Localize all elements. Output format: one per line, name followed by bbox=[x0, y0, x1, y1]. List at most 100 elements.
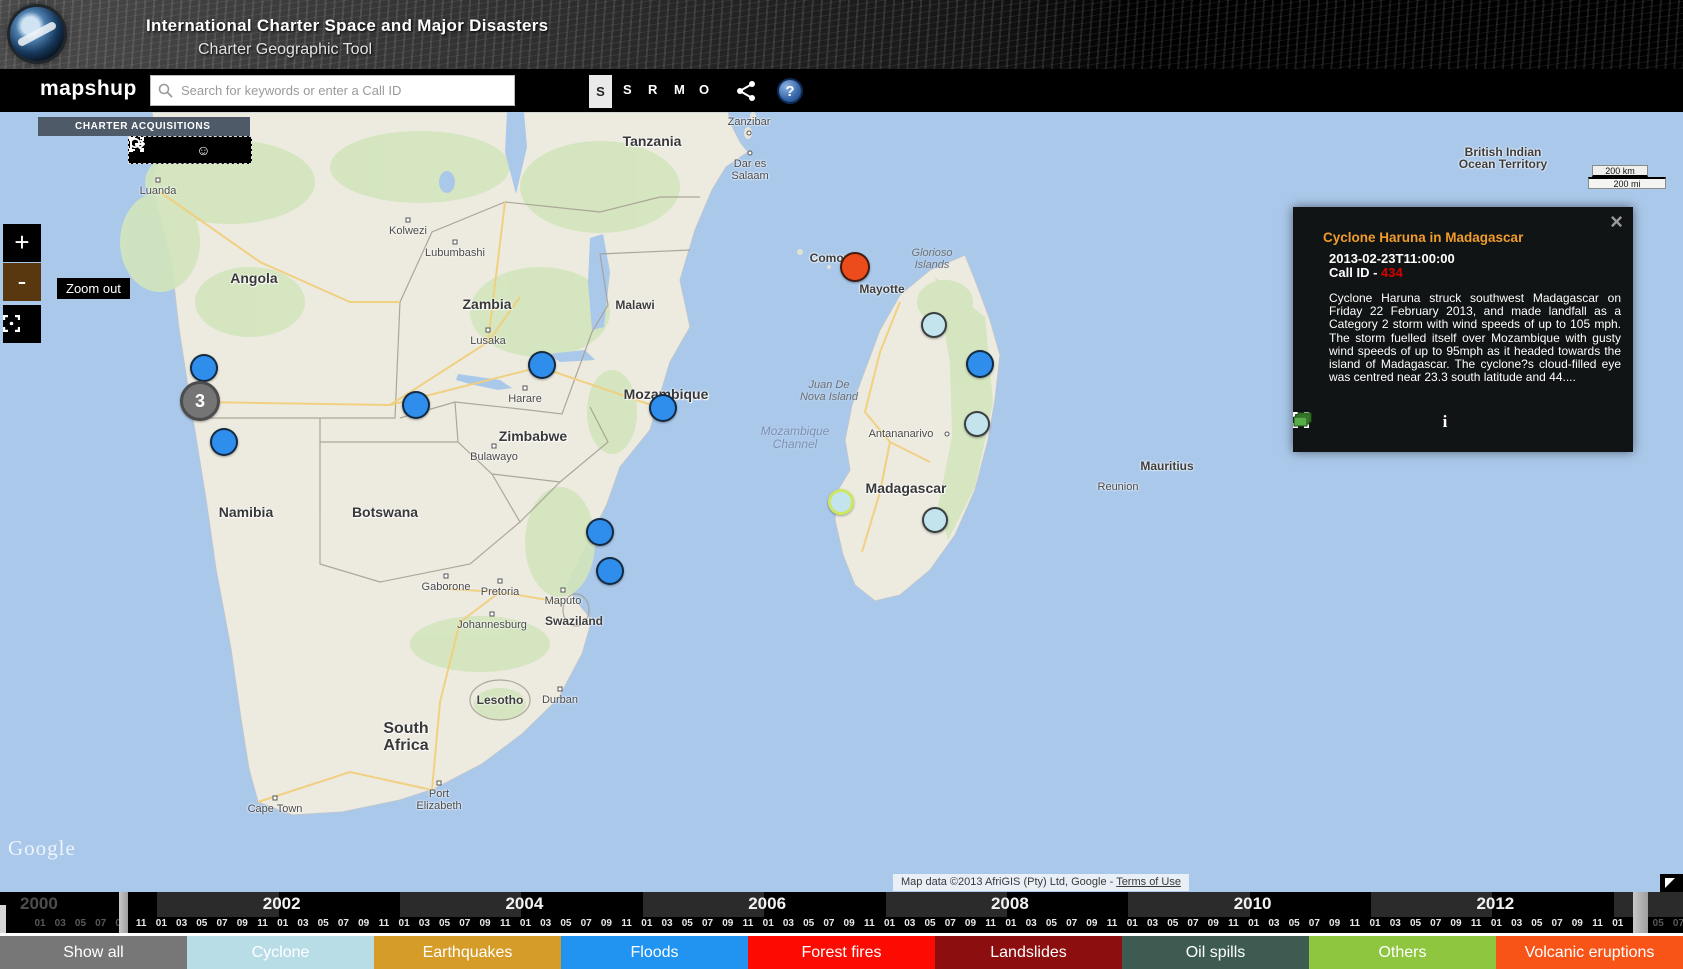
timeline-month-label: 05 bbox=[1167, 918, 1178, 929]
timeline-month-label: 01 bbox=[156, 918, 167, 929]
legend-filter-volcanic-eruptions[interactable]: Volcanic eruptions bbox=[1496, 936, 1683, 969]
timeline-month-label: 03 bbox=[783, 918, 794, 929]
search-input[interactable] bbox=[181, 76, 511, 105]
legend-filter-landslides[interactable]: Landslides bbox=[935, 936, 1122, 969]
timeline-month-label: 01 bbox=[763, 918, 774, 929]
timeline-month-label: 03 bbox=[1390, 918, 1401, 929]
legend-filter-oil-spills[interactable]: Oil spills bbox=[1122, 936, 1309, 969]
timeline-month-label: 07 bbox=[702, 918, 713, 929]
map-marker-volcanic[interactable] bbox=[840, 252, 870, 282]
charter-logo bbox=[10, 7, 64, 61]
zoom-out-tooltip: Zoom out bbox=[57, 278, 130, 299]
timeline-month-label: 03 bbox=[55, 918, 66, 929]
layer-button-r[interactable]: R bbox=[648, 82, 657, 97]
timeline-month-label: 07 bbox=[1552, 918, 1563, 929]
timeline-month-label: 07 bbox=[1187, 918, 1198, 929]
map-canvas[interactable]: TanzaniaAngolaZambiaMozambiqueZimbabweNa… bbox=[0, 112, 1683, 892]
help-icon[interactable]: ? bbox=[777, 78, 803, 104]
legend-filter-show-all[interactable]: Show all bbox=[0, 936, 187, 969]
timeline-month-label: 01 bbox=[1491, 918, 1502, 929]
map-marker-cyclone[interactable] bbox=[828, 489, 854, 515]
timeline-collapse-button[interactable] bbox=[1660, 874, 1683, 892]
map-marker-cyclone[interactable] bbox=[964, 411, 990, 437]
timeline-month-label: 05 bbox=[803, 918, 814, 929]
zoom-out-button[interactable]: - bbox=[3, 263, 41, 301]
timeline-month-label: 01 bbox=[1248, 918, 1259, 929]
map-marker-flood[interactable] bbox=[402, 391, 430, 419]
mask-icon[interactable]: ☺ bbox=[196, 143, 210, 157]
legend-filter-forest-fires[interactable]: Forest fires bbox=[748, 936, 935, 969]
layer-button-m[interactable]: M bbox=[674, 82, 685, 97]
timeline-month-label: 09 bbox=[358, 918, 369, 929]
mapshup-toolbar: mapshup S S R M O ? bbox=[0, 69, 1683, 112]
map-marker-cluster[interactable]: 3 bbox=[180, 381, 220, 421]
terms-of-use-link[interactable]: Terms of Use bbox=[1116, 876, 1181, 888]
timeline-month-label: 09 bbox=[237, 918, 248, 929]
popup-description: Cyclone Haruna struck southwest Madagasc… bbox=[1329, 292, 1621, 384]
map-marker-flood[interactable] bbox=[596, 557, 624, 585]
timeline-month-label: 03 bbox=[662, 918, 673, 929]
timeline-month-label: 07 bbox=[1066, 918, 1077, 929]
map-marker-flood[interactable] bbox=[649, 394, 677, 422]
layer-button-s-selected[interactable]: S bbox=[589, 75, 612, 108]
share-icon[interactable] bbox=[735, 80, 759, 107]
timeline-month-label: 07 bbox=[95, 918, 106, 929]
timeline-year-label: 2000 bbox=[20, 894, 58, 914]
timeline-month-label: 07 bbox=[1673, 918, 1683, 929]
timeline-month-label: 11 bbox=[1471, 918, 1482, 929]
legend-filter-cyclone[interactable]: Cyclone bbox=[187, 936, 374, 969]
city-marker-icon bbox=[486, 328, 491, 333]
legend-filter-earthquakes[interactable]: Earthquakes bbox=[374, 936, 561, 969]
timeline-month-label: 01 bbox=[1612, 918, 1623, 929]
legend-filter-floods[interactable]: Floods bbox=[561, 936, 748, 969]
timeline-year-band bbox=[1128, 892, 1249, 917]
info-icon[interactable]: i bbox=[1443, 412, 1448, 432]
timeline-month-label: 05 bbox=[924, 918, 935, 929]
app-root: International Charter Space and Major Di… bbox=[0, 0, 1683, 969]
timeline-year-band bbox=[157, 892, 278, 917]
map-marker-flood[interactable] bbox=[190, 354, 218, 382]
timeline-month-label: 07 bbox=[823, 918, 834, 929]
map-marker-flood[interactable] bbox=[528, 351, 556, 379]
timeline-month-label: 11 bbox=[743, 918, 754, 929]
timeline-month-label: 07 bbox=[1309, 918, 1320, 929]
layer-button-o[interactable]: O bbox=[699, 82, 709, 97]
fullscreen-button[interactable] bbox=[3, 305, 41, 343]
zoom-in-button[interactable]: + bbox=[3, 224, 41, 262]
timeline-month-label: 07 bbox=[1430, 918, 1441, 929]
timeline-end-handle[interactable] bbox=[1633, 892, 1648, 933]
timeline-month-label: 09 bbox=[1572, 918, 1583, 929]
layer-button-s[interactable]: S bbox=[623, 82, 632, 97]
map-marker-flood[interactable] bbox=[966, 350, 994, 378]
map-marker-cyclone[interactable] bbox=[921, 312, 947, 338]
charter-acquisitions-tab[interactable]: CHARTER ACQUISITIONS bbox=[38, 117, 250, 136]
map-marker-flood[interactable] bbox=[586, 518, 614, 546]
mapshup-brand: mapshup bbox=[40, 77, 137, 101]
timeline-month-label: 01 bbox=[884, 918, 895, 929]
timeline-left-nub[interactable] bbox=[0, 905, 6, 933]
call-id-value[interactable]: 434 bbox=[1381, 265, 1403, 280]
city-marker-icon bbox=[156, 178, 161, 183]
scale-mi: 200 mi bbox=[1588, 177, 1666, 189]
timeline-month-label: 11 bbox=[864, 918, 875, 929]
timeline-month-label: 05 bbox=[682, 918, 693, 929]
timeline-start-handle[interactable] bbox=[119, 892, 128, 933]
timeline-month-label: 01 bbox=[520, 918, 531, 929]
legend-filter-others[interactable]: Others bbox=[1309, 936, 1496, 969]
map-marker-cyclone[interactable] bbox=[922, 507, 948, 533]
city-marker-icon bbox=[406, 218, 411, 223]
timeline-month-label: 11 bbox=[1350, 918, 1361, 929]
timeline-month-label: 01 bbox=[277, 918, 288, 929]
close-icon[interactable]: × bbox=[1610, 209, 1623, 235]
timeline-month-label: 05 bbox=[1410, 918, 1421, 929]
city-marker-icon bbox=[273, 796, 278, 801]
timeline[interactable]: 2000010305070911010305070911200201030507… bbox=[0, 892, 1683, 933]
timeline-month-label: 03 bbox=[297, 918, 308, 929]
timeline-year-band bbox=[643, 892, 764, 917]
timeline-month-label: 09 bbox=[722, 918, 733, 929]
disaster-legend: Show allCycloneEarthquakesFloodsForest f… bbox=[0, 933, 1683, 969]
map-marker-flood[interactable] bbox=[210, 428, 238, 456]
timeline-month-label: 05 bbox=[1653, 918, 1664, 929]
timeline-month-label: 03 bbox=[904, 918, 915, 929]
timeline-year-band bbox=[886, 892, 1007, 917]
